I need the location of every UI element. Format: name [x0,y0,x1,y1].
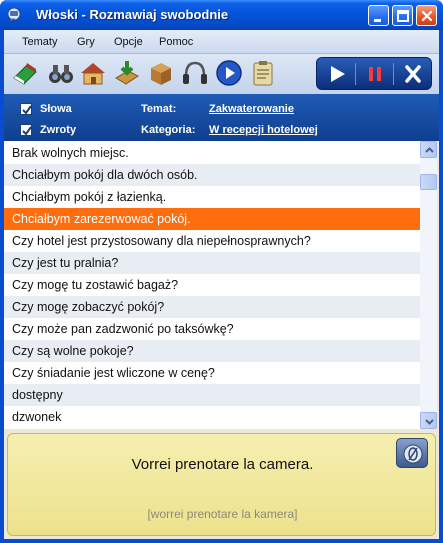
app-window: Włoski - Rozmawiaj swobodnie Tematy Gry … [0,0,443,543]
checkbox-zwroty-label[interactable]: Zwroty [40,124,76,136]
headphones-icon[interactable] [180,58,210,88]
menu-pomoc[interactable]: Pomoc [159,36,193,48]
pause-icon[interactable] [359,62,391,86]
transport-controls [316,57,432,90]
list-item[interactable]: Czy jest tu pralnia? [4,252,420,274]
list-item[interactable]: Chciałbym pokój z łazienką. [4,186,420,208]
window-title: Włoski - Rozmawiaj swobodnie [36,7,229,22]
checkbox-slowa-label[interactable]: Słowa [40,103,72,115]
stop-icon[interactable] [397,62,429,86]
list-item[interactable]: Czy mogę tu zostawić bagaż? [4,274,420,296]
house-icon[interactable] [78,58,108,88]
maximize-button[interactable] [392,5,413,26]
info-bar: Słowa Zwroty Temat: Zakwaterowanie Kateg… [4,94,439,141]
box-icon[interactable] [146,58,176,88]
translation-area: Vorrei prenotare la camera. [worrei pren… [4,429,439,539]
client-area: Tematy Gry Opcje Pomoc Słowa Zwroty Tema… [4,30,439,539]
list-item-selected[interactable]: Chciałbym zarezerwować pokój. [4,208,420,230]
list-item[interactable]: Czy śniadanie jest wliczone w cenę? [4,362,420,384]
play-circle-icon[interactable] [214,58,244,88]
clipboard-icon[interactable] [248,58,278,88]
menu-tematy[interactable]: Tematy [22,36,57,48]
transport-divider [393,63,394,85]
close-button[interactable] [416,5,437,26]
translation-panel: Vorrei prenotare la camera. [worrei pren… [7,433,436,536]
download-icon[interactable] [112,58,142,88]
toolbar [4,54,439,94]
book-icon[interactable] [10,58,40,88]
category-label: Kategoria: [141,124,196,136]
phrase-list: Brak wolnych miejsc. Chciałbym pokój dla… [4,141,420,429]
scroll-down-icon[interactable] [420,412,437,429]
phonetic-text: [worrei prenotare la kamera] [147,507,298,521]
list-item[interactable]: dostępny [4,384,420,406]
list-item[interactable]: Chciałbym pokój dla dwóch osób. [4,164,420,186]
list-item[interactable]: Czy są wolne pokoje? [4,340,420,362]
scroll-thumb[interactable] [420,174,437,190]
transport-divider [355,63,356,85]
scroll-up-icon[interactable] [420,141,437,158]
topic-link[interactable]: Zakwaterowanie [209,103,294,115]
list-item[interactable]: Czy może pan zadzwonić po taksówkę? [4,318,420,340]
list-item[interactable]: dzwonek [4,406,420,428]
checkbox-zwroty[interactable] [20,124,32,136]
app-icon[interactable] [6,6,24,24]
list-item[interactable]: Czy hotel jest przystosowany dla niepełn… [4,230,420,252]
menu-gry[interactable]: Gry [77,36,95,48]
menu-opcje[interactable]: Opcje [114,36,143,48]
minimize-button[interactable] [368,5,389,26]
menu-bar: Tematy Gry Opcje Pomoc [4,30,439,54]
list-item[interactable]: Czy mogę zobaczyć pokój? [4,296,420,318]
title-bar[interactable]: Włoski - Rozmawiaj swobodnie [0,0,443,30]
play-icon[interactable] [321,62,353,86]
checkbox-slowa[interactable] [20,103,32,115]
translation-text: Vorrei prenotare la camera. [131,456,314,473]
topic-label: Temat: [141,103,177,115]
speaker-icon[interactable] [396,438,428,468]
list-item[interactable]: Brak wolnych miejsc. [4,142,420,164]
binoculars-icon[interactable] [46,58,76,88]
category-link[interactable]: W recepcji hotelowej [209,124,318,136]
list-scrollbar[interactable] [420,141,437,429]
